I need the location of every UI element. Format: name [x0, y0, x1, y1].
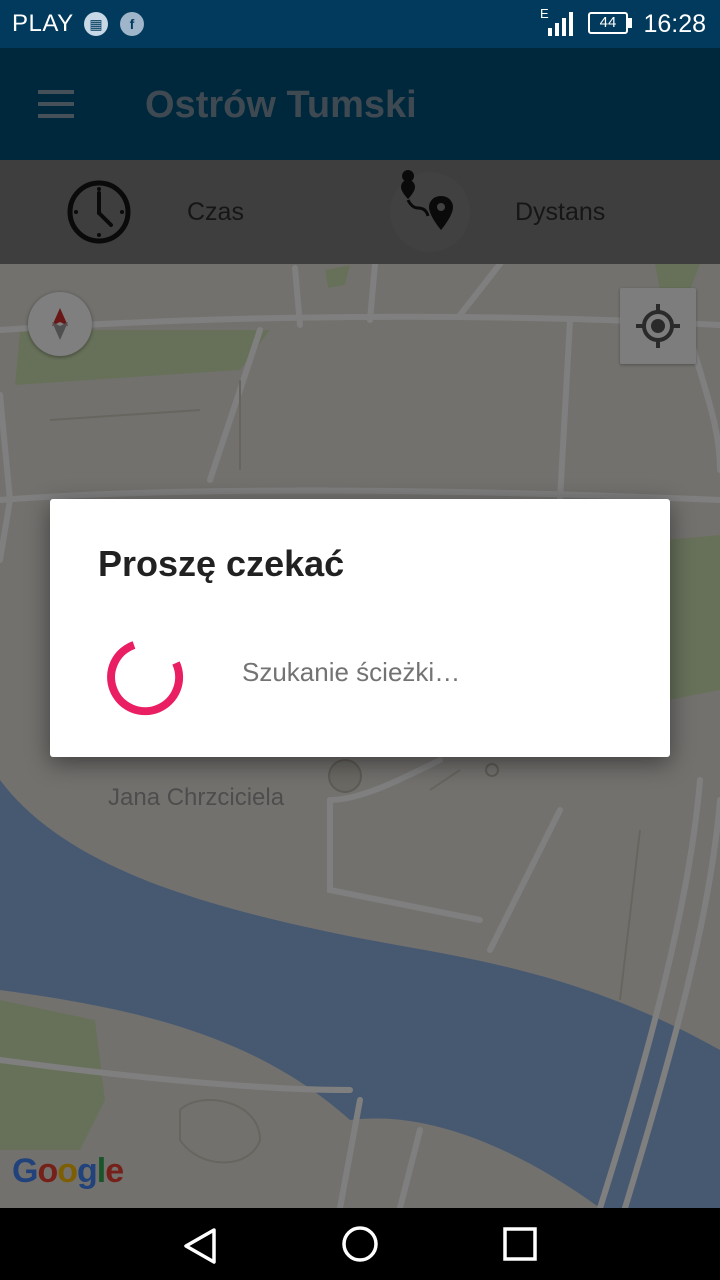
recents-icon[interactable] — [502, 1226, 538, 1262]
carrier-name: PLAY — [12, 10, 74, 37]
calendar-icon: ▦ — [84, 12, 108, 36]
battery-level: 44 — [599, 14, 617, 31]
home-icon[interactable] — [340, 1224, 380, 1264]
progress-dialog: Proszę czekać Szukanie ścieżki… — [50, 499, 670, 757]
loading-spinner — [107, 641, 184, 716]
battery-tip — [628, 18, 632, 28]
status-bar: PLAY ▦ f E 44 16:28 — [0, 0, 720, 48]
signal-icon — [548, 12, 573, 36]
facebook-icon: f — [120, 12, 144, 36]
system-nav-bar — [0, 1208, 720, 1280]
back-icon[interactable] — [180, 1226, 220, 1266]
battery-icon: 44 — [588, 12, 628, 34]
clock-time: 16:28 — [643, 10, 706, 38]
dialog-title: Proszę czekać — [98, 543, 345, 584]
dialog-message: Szukanie ścieżki… — [242, 657, 461, 687]
